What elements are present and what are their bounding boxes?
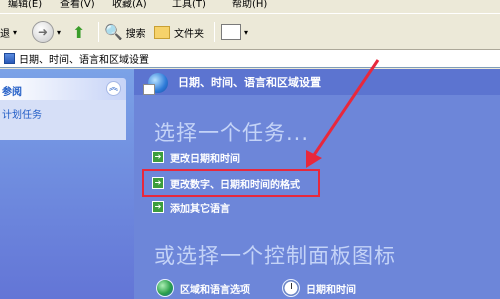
cp-item-label: 区域和语言选项	[180, 284, 250, 296]
annotation-highlight-box	[142, 169, 320, 197]
see-also-body: 计划任务	[0, 100, 126, 140]
main-content: 日期、时间、语言和区域设置 选择一个任务... ➔ 更改日期和时间 ➔ 更改数字…	[134, 69, 500, 299]
back-label: 退	[0, 28, 10, 40]
cp-item-label: 日期和时间	[306, 284, 356, 296]
menu-favorites[interactable]: 收藏(A)	[112, 0, 147, 10]
category-title-bar: 日期、时间、语言和区域设置	[134, 69, 500, 95]
views-button[interactable]: ▾	[221, 20, 248, 44]
globe-icon	[156, 279, 174, 297]
forward-button[interactable]: ➜ ▾	[32, 20, 61, 44]
collapse-chevron-icon[interactable]: ︽	[106, 81, 121, 96]
pick-icon-heading: 或选择一个控制面板图标	[154, 244, 396, 268]
calendar-icon	[143, 84, 155, 95]
up-folder-icon: ⬆	[72, 22, 86, 42]
task-arrow-icon: ➔	[152, 151, 164, 163]
folders-label: 文件夹	[174, 28, 204, 40]
search-button[interactable]: 🔍 搜索	[104, 20, 146, 44]
control-panel-icon	[4, 53, 15, 64]
address-bar[interactable]: 日期、时间、语言和区域设置	[0, 50, 500, 68]
category-title: 日期、时间、语言和区域设置	[178, 76, 321, 89]
pick-task-heading: 选择一个任务...	[154, 121, 310, 145]
toolbar: 退 ▾ ➜ ▾ ⬆ 🔍 搜索 文件夹 ▾	[0, 13, 500, 50]
date-time-icon-item[interactable]: 日期和时间	[282, 277, 356, 299]
address-path[interactable]: 日期、时间、语言和区域设置	[19, 51, 149, 66]
forward-arrow-icon: ➜	[32, 21, 54, 43]
back-dropdown-icon[interactable]: ▾	[13, 28, 17, 37]
task-arrow-icon: ➔	[152, 201, 164, 213]
left-task-pane: 参阅 ︽ 计划任务	[0, 69, 134, 299]
forward-dropdown-icon[interactable]: ▾	[57, 28, 61, 37]
folder-icon	[154, 25, 170, 39]
menu-tools[interactable]: 工具(T)	[172, 0, 206, 10]
up-folder-button[interactable]: ⬆	[72, 20, 85, 44]
folders-button[interactable]: 文件夹	[154, 20, 204, 44]
scheduled-tasks-link[interactable]: 计划任务	[2, 106, 42, 121]
search-label: 搜索	[125, 28, 146, 40]
clock-icon	[282, 279, 300, 297]
see-also-title: 参阅	[2, 87, 22, 98]
task-change-date-time[interactable]: ➔ 更改日期和时间	[152, 149, 240, 165]
menu-help[interactable]: 帮助(H)	[232, 0, 267, 10]
back-button[interactable]: 退 ▾	[0, 20, 17, 44]
regional-language-options-icon-item[interactable]: 区域和语言选项	[156, 277, 250, 299]
task-label: 添加其它语言	[170, 203, 230, 215]
see-also-header[interactable]: 参阅 ︽	[0, 78, 126, 100]
search-icon: 🔍	[104, 23, 123, 41]
task-label: 更改日期和时间	[170, 153, 240, 165]
task-add-language[interactable]: ➔ 添加其它语言	[152, 199, 230, 215]
views-grid-icon	[221, 24, 241, 40]
menu-bar: 编辑(E) 查看(V) 收藏(A) 工具(T) 帮助(H)	[0, 0, 500, 13]
views-dropdown-icon[interactable]: ▾	[244, 28, 248, 37]
toolbar-separator	[214, 22, 215, 42]
menu-view[interactable]: 查看(V)	[60, 0, 95, 10]
menu-edit[interactable]: 编辑(E)	[8, 0, 42, 10]
toolbar-separator	[98, 22, 99, 42]
